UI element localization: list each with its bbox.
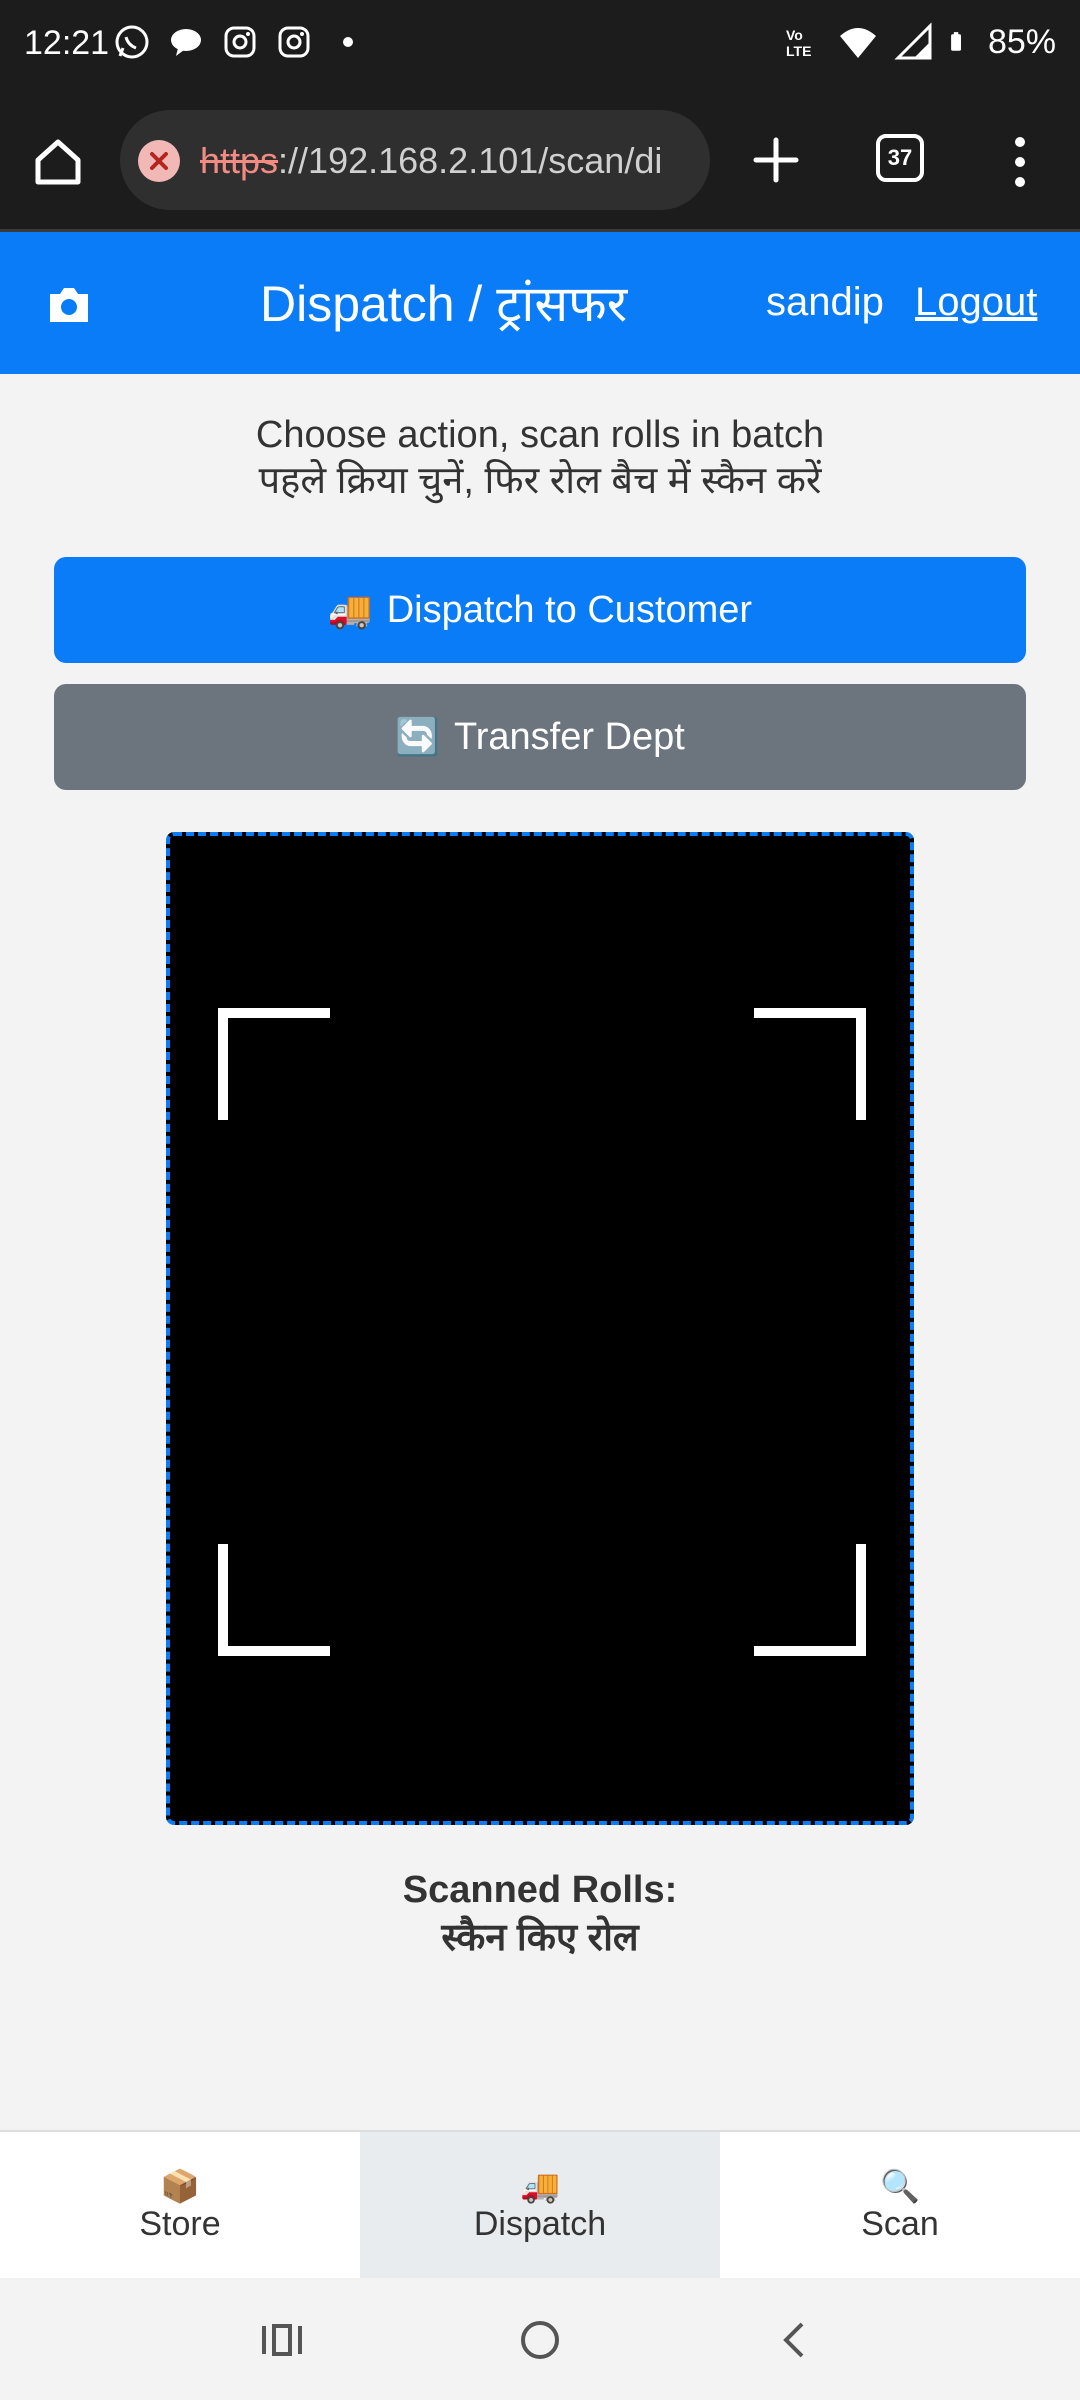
refresh-icon: 🔄 (395, 716, 440, 757)
magnifier-icon: 🔍 (880, 2167, 920, 2204)
nav-item-store[interactable]: 📦 Store (0, 2132, 360, 2278)
instructions: Choose action, scan rolls in batch पहले … (0, 412, 1080, 504)
scanned-rolls-en: Scanned Rolls: (402, 1869, 678, 1911)
app-header: Dispatch / ट्रांसफर sandip Logout (0, 232, 1080, 374)
package-icon: 📦 (160, 2167, 200, 2204)
scanned-rolls-heading: Scanned Rolls: स्कैन किए रोल (0, 1866, 1080, 1962)
dispatch-button-label: Dispatch to Customer (386, 588, 753, 631)
transfer-dept-button[interactable]: 🔄 Transfer Dept (54, 684, 1026, 790)
nav-item-scan[interactable]: 🔍 Scan (720, 2132, 1080, 2278)
system-navigation-bar (0, 2278, 1080, 2400)
tab-switcher-button[interactable]: 37 (876, 134, 924, 182)
new-tab-icon[interactable] (748, 132, 804, 188)
nav-item-label: Scan (861, 2204, 939, 2243)
insecure-site-icon[interactable] (138, 140, 180, 182)
home-icon[interactable] (30, 134, 86, 190)
nav-item-dispatch[interactable]: 🚚 Dispatch (360, 2132, 720, 2278)
nav-item-label: Dispatch (473, 2204, 607, 2243)
status-time: 12:21 (24, 24, 110, 62)
browser-toolbar: https://192.168.2.101/scan/di 37 (0, 92, 1080, 232)
instagram-icon (278, 26, 310, 58)
instagram-icon (224, 26, 256, 58)
dot-icon (343, 37, 353, 47)
back-icon[interactable] (772, 2316, 820, 2364)
home-nav-icon[interactable] (516, 2316, 564, 2364)
transfer-button-label: Transfer Dept (453, 715, 685, 758)
scanned-rolls-hi: स्कैन किए रोल (441, 1917, 639, 1959)
signal-icon (894, 22, 932, 60)
svg-text:LTE: LTE (786, 43, 811, 59)
instructions-hi: पहले क्रिया चुनें, फिर रोल बैच में स्कैन… (258, 460, 822, 502)
instructions-en: Choose action, scan rolls in batch (255, 414, 825, 456)
battery-level: 85% (987, 22, 1056, 61)
more-menu-icon[interactable] (1010, 132, 1030, 192)
battery-icon (951, 32, 961, 51)
camera-scanner-viewport[interactable] (166, 832, 914, 1825)
nav-item-label: Store (139, 2204, 221, 2243)
url-text[interactable]: https://192.168.2.101/scan/di (200, 140, 662, 182)
logout-link[interactable]: Logout (915, 280, 1037, 325)
status-bar: 12:21 Vo LTE 85% (0, 0, 1080, 92)
whatsapp-icon (115, 25, 149, 59)
camera-icon (50, 288, 88, 322)
truck-icon: 🚚 (327, 589, 373, 630)
truck-icon: 🚚 (520, 2167, 560, 2204)
wifi-icon (839, 28, 876, 58)
scan-frame-corner-top-right (754, 1008, 866, 1120)
volte-icon: VoLTE (786, 27, 811, 59)
svg-text:Vo: Vo (786, 27, 803, 43)
recent-apps-icon[interactable] (258, 2316, 306, 2364)
dispatch-to-customer-button[interactable]: 🚚 Dispatch to Customer (54, 557, 1026, 663)
url-bar[interactable]: https://192.168.2.101/scan/di (120, 110, 710, 210)
scan-frame-corner-top-left (218, 1008, 330, 1120)
chat-bubble-icon (171, 29, 201, 56)
username: sandip (766, 280, 884, 324)
scan-frame-corner-bottom-left (218, 1544, 330, 1656)
bottom-nav: 📦 Store 🚚 Dispatch 🔍 Scan (0, 2130, 1080, 2278)
page-title: Dispatch / ट्रांसफर (260, 276, 628, 332)
scan-frame-corner-bottom-right (754, 1544, 866, 1656)
